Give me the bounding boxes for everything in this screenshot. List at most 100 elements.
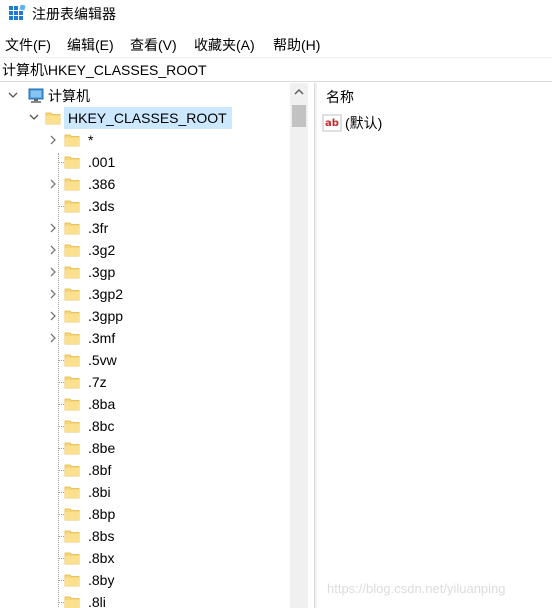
tree-node-child[interactable]: .8bp	[0, 503, 290, 525]
tree-node-label: .8by	[88, 572, 115, 588]
tree-node-child[interactable]: .8bc	[0, 415, 290, 437]
tree-node-label: .3gpp	[88, 308, 124, 324]
menu-favorites[interactable]: 收藏夹(A)	[194, 34, 255, 56]
tree-node-label: 计算机	[48, 88, 90, 104]
tree-node-label: .8li	[88, 594, 106, 608]
tree-node-label: .8bi	[88, 484, 111, 500]
menu-file[interactable]: 文件(F)	[5, 34, 51, 56]
folder-icon	[64, 552, 80, 565]
chevron-right-icon[interactable]	[46, 261, 60, 283]
tree-node-label: .7z	[88, 374, 107, 390]
tree-node-child[interactable]: .7z	[0, 371, 290, 393]
tree-node-label: .8bp	[88, 506, 116, 522]
menu-help[interactable]: 帮助(H)	[273, 34, 320, 56]
chevron-right-icon[interactable]	[46, 239, 60, 261]
menu-view[interactable]: 查看(V)	[130, 34, 177, 56]
values-pane[interactable]: 名称 ab (默认)	[317, 83, 552, 608]
folder-icon	[64, 134, 80, 147]
title-bar: 注册表编辑器	[0, 0, 552, 30]
column-header-name[interactable]: 名称	[326, 87, 354, 107]
tree-node-child[interactable]: .5vw	[0, 349, 290, 371]
folder-icon	[64, 310, 80, 323]
address-bar[interactable]: 计算机\HKEY_CLASSES_ROOT	[0, 59, 552, 82]
tree-node-label: .3mf	[88, 330, 116, 346]
computer-icon	[28, 88, 44, 103]
chevron-down-icon[interactable]	[6, 85, 20, 107]
regedit-app-icon	[9, 5, 26, 20]
folder-icon	[64, 376, 80, 389]
tree-node-label: .5vw	[88, 352, 117, 368]
tree-node-child[interactable]: .8bf	[0, 459, 290, 481]
tree-scrollbar[interactable]	[290, 83, 308, 608]
menu-separator	[0, 57, 552, 58]
tree-node-label: HKEY_CLASSES_ROOT	[68, 110, 227, 126]
tree-node-label: .8be	[88, 440, 116, 456]
chevron-down-icon[interactable]	[27, 107, 41, 129]
folder-icon	[64, 332, 80, 345]
chevron-right-icon[interactable]	[46, 283, 60, 305]
tree-node-label: *	[88, 132, 94, 148]
tree-node-child[interactable]: .8be	[0, 437, 290, 459]
tree-node-child[interactable]: .3gpp	[0, 305, 290, 327]
tree-node-label: .8ba	[88, 396, 116, 412]
tree-node-child[interactable]: .3ds	[0, 195, 290, 217]
folder-icon	[64, 156, 80, 169]
chevron-right-icon[interactable]	[46, 327, 60, 349]
folder-icon	[64, 574, 80, 587]
string-value-icon: ab	[322, 114, 342, 132]
menu-bar: 文件(F) 编辑(E) 查看(V) 收藏夹(A) 帮助(H)	[0, 34, 552, 56]
scroll-up-arrow-icon[interactable]	[290, 83, 308, 101]
tree-node-child[interactable]: .8by	[0, 569, 290, 591]
chevron-right-icon[interactable]	[46, 173, 60, 195]
folder-icon	[64, 596, 80, 608]
watermark-text: https://blog.csdn.net/yiluanping	[327, 581, 506, 596]
tree-node-label: .3ds	[88, 198, 115, 214]
folder-icon	[64, 266, 80, 279]
chevron-right-icon[interactable]	[46, 129, 60, 151]
chevron-right-icon[interactable]	[46, 217, 60, 239]
folder-icon	[64, 178, 80, 191]
tree-node-child[interactable]: .8li	[0, 591, 290, 608]
tree-node-child[interactable]: .3gp	[0, 261, 290, 283]
tree-node-child[interactable]: .3fr	[0, 217, 290, 239]
tree-node-child[interactable]: .001	[0, 151, 290, 173]
chevron-right-icon[interactable]	[46, 305, 60, 327]
tree-node-label: .3g2	[88, 242, 116, 258]
tree-node-child[interactable]: .8bs	[0, 525, 290, 547]
value-name: (默认)	[345, 115, 383, 131]
tree-node-child[interactable]: .8bx	[0, 547, 290, 569]
scroll-thumb[interactable]	[292, 105, 306, 127]
tree-node-label: .8bs	[88, 528, 115, 544]
tree-node-child[interactable]: .3mf	[0, 327, 290, 349]
tree-node-child[interactable]: .386	[0, 173, 290, 195]
folder-icon	[64, 508, 80, 521]
tree-node-label: .8bx	[88, 550, 115, 566]
tree-pane[interactable]: 计算机 HKEY_CLASSES_ROOT * .001 .386 .3ds .3fr.…	[0, 83, 290, 608]
tree-node-hkey-classes-root[interactable]: HKEY_CLASSES_ROOT	[0, 107, 290, 129]
tree-node-label: .386	[88, 176, 116, 192]
address-path[interactable]: 计算机\HKEY_CLASSES_ROOT	[2, 59, 207, 81]
folder-icon	[64, 244, 80, 257]
folder-icon	[64, 420, 80, 433]
tree-node-computer[interactable]: 计算机	[0, 85, 290, 107]
tree-node-child[interactable]: .3g2	[0, 239, 290, 261]
tree-node-label: .8bf	[88, 462, 112, 478]
folder-icon	[64, 398, 80, 411]
menu-edit[interactable]: 编辑(E)	[67, 34, 114, 56]
tree-node-label: .3gp2	[88, 286, 124, 302]
tree-node-child[interactable]: .8bi	[0, 481, 290, 503]
tree-node-label: .3fr	[88, 220, 109, 236]
folder-icon	[64, 288, 80, 301]
tree-node-label: .8bc	[88, 418, 115, 434]
tree-node-label: .3gp	[88, 264, 116, 280]
folder-icon	[64, 200, 80, 213]
tree-node-child[interactable]: *	[0, 129, 290, 151]
tree-node-label: .001	[88, 154, 116, 170]
svg-text:ab: ab	[325, 118, 339, 129]
folder-icon	[64, 222, 80, 235]
tree-node-child[interactable]: .3gp2	[0, 283, 290, 305]
folder-icon	[64, 486, 80, 499]
window-title: 注册表编辑器	[32, 6, 116, 22]
tree-node-child[interactable]: .8ba	[0, 393, 290, 415]
folder-icon	[64, 464, 80, 477]
